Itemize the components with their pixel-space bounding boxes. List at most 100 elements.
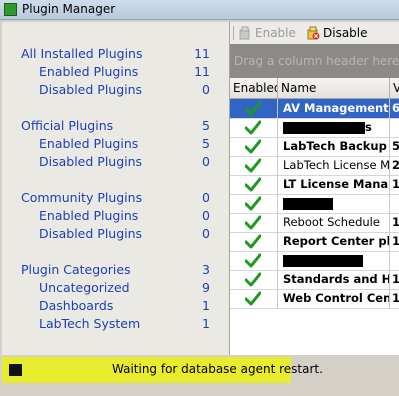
table-row[interactable]: LabTech License M... 2 [230, 156, 399, 176]
nav-item-count: 5 [202, 136, 210, 151]
plugin-name-cell [278, 251, 390, 270]
toolbar-separator [233, 26, 234, 40]
plugin-name-cell [278, 194, 390, 213]
enabled-cell[interactable] [230, 118, 278, 137]
version-cell [390, 251, 399, 270]
disable-icon [307, 26, 320, 40]
version-cell: 5 [392, 139, 399, 153]
checkmark-icon [245, 234, 261, 249]
nav-item-label: Official Plugins [21, 118, 114, 133]
nav-item-label: Community Plugins [21, 190, 143, 205]
enabled-cell[interactable] [230, 270, 278, 289]
checkmark-icon [245, 139, 261, 154]
checkmark-icon [245, 120, 261, 135]
nav-item-label: Enabled Plugins [39, 136, 139, 151]
nav-item-count: 5 [202, 118, 210, 133]
group-by-hint: Drag a column header here to gro [234, 54, 399, 68]
table-row[interactable]: Report Center pl...1 [230, 232, 399, 252]
nav-item-count: 11 [194, 46, 210, 61]
nav-item[interactable]: Disabled Plugins 0 [2, 225, 229, 243]
nav-item-label: Enabled Plugins [39, 208, 139, 223]
enabled-cell[interactable] [230, 156, 278, 175]
enabled-cell[interactable] [230, 232, 278, 251]
nav-item-label: Disabled Plugins [39, 82, 143, 97]
nav-item-count: 11 [194, 64, 210, 79]
nav-item[interactable]: Disabled Plugins 0 [2, 81, 229, 99]
toolbar: Enable Disable [230, 22, 399, 45]
disable-button[interactable]: Disable [306, 24, 376, 42]
nav-item-label: Disabled Plugins [39, 226, 143, 241]
plugin-grid: Enabled Name V AV Management ...6s LabTec… [230, 78, 399, 355]
nav-item-count: 0 [202, 208, 210, 223]
version-cell: 1 [392, 272, 399, 286]
nav-item-count: 3 [202, 262, 210, 277]
enabled-cell[interactable] [230, 289, 278, 308]
nav-item[interactable]: Disabled Plugins 0 [2, 153, 229, 171]
nav-item-count: 0 [202, 82, 210, 97]
table-row[interactable]: s [230, 118, 399, 138]
nav-item-count: 9 [202, 280, 210, 295]
nav-item[interactable]: Community Plugins 0 [2, 189, 229, 207]
enabled-cell[interactable] [230, 137, 278, 156]
table-row[interactable] [230, 194, 399, 214]
group-by-area[interactable]: Drag a column header here to gro [230, 44, 399, 78]
nav-item[interactable]: Enabled Plugins 0 [2, 207, 229, 225]
enabled-cell[interactable] [230, 213, 278, 232]
nav-item-label: Uncategorized [39, 280, 130, 295]
nav-item[interactable]: Official Plugins 5 [2, 117, 229, 135]
column-header-enabled[interactable]: Enabled [230, 78, 278, 98]
enabled-cell[interactable] [230, 251, 278, 270]
checkmark-icon [245, 101, 261, 116]
column-header-version[interactable]: V [390, 78, 399, 98]
disable-label: Disable [323, 26, 368, 40]
nav-item[interactable]: Enabled Plugins 11 [2, 63, 229, 81]
nav-item[interactable]: All Installed Plugins 11 [2, 45, 229, 63]
plugin-name-cell: Reboot Schedule [278, 213, 390, 232]
nav-item[interactable]: Plugin Categories 3 [2, 261, 229, 279]
nav-item[interactable]: LabTech System 1 [2, 315, 229, 333]
nav-item-count: 0 [202, 226, 210, 241]
nav-item[interactable]: Uncategorized 9 [2, 279, 229, 297]
checkmark-icon [245, 158, 261, 173]
status-bar: Waiting for database agent restart. [2, 357, 323, 383]
version-cell: 2 [392, 158, 399, 172]
plugin-name-cell: s [278, 118, 390, 137]
enable-button[interactable]: Enable [238, 24, 300, 42]
nav-item-label: Plugin Categories [21, 262, 131, 277]
table-row[interactable]: Standards and H...1 [230, 270, 399, 290]
checkmark-icon [245, 215, 261, 230]
redacted-text [283, 197, 333, 210]
enabled-cell[interactable] [230, 194, 278, 213]
plugin-name-cell: Web Control Cen... [278, 289, 390, 308]
plugin-name-cell: LT License Mana... [278, 175, 390, 194]
plugin-filter-panel: All Installed Plugins 11 Enabled Plugins 11… [2, 22, 230, 355]
enabled-cell[interactable] [230, 99, 278, 118]
version-cell [390, 118, 399, 137]
table-row[interactable]: Web Control Cen...1 [230, 289, 399, 309]
table-row[interactable]: LT License Mana... 1 [230, 175, 399, 195]
nav-item-label: LabTech System [39, 316, 141, 331]
nav-item-count: 0 [202, 154, 210, 169]
plugin-name-text: s [365, 120, 372, 134]
enable-label: Enable [255, 26, 296, 40]
plugin-manager-icon [4, 3, 17, 16]
redacted-text [283, 121, 365, 134]
table-row[interactable]: LabTech Backup ...5 [230, 137, 399, 157]
plugin-name-cell: Standards and H... [278, 270, 390, 289]
nav-item-label: All Installed Plugins [21, 46, 143, 61]
status-message: Waiting for database agent restart. [112, 362, 323, 376]
nav-item-count: 1 [202, 298, 210, 313]
status-indicator-icon [9, 364, 22, 376]
version-cell: 6 [392, 101, 399, 115]
plugin-name-cell: Report Center pl... [278, 232, 390, 251]
table-row[interactable]: AV Management ...6 [230, 99, 399, 119]
version-cell: 1 [392, 291, 399, 305]
nav-item-count: 1 [202, 316, 210, 331]
nav-item[interactable]: Dashboards 1 [2, 297, 229, 315]
table-row[interactable]: Reboot Schedule 1 [230, 213, 399, 233]
table-row[interactable] [230, 251, 399, 271]
column-header-name[interactable]: Name [278, 78, 390, 98]
nav-item[interactable]: Enabled Plugins 5 [2, 135, 229, 153]
enabled-cell[interactable] [230, 175, 278, 194]
version-cell: 1 [392, 234, 399, 248]
